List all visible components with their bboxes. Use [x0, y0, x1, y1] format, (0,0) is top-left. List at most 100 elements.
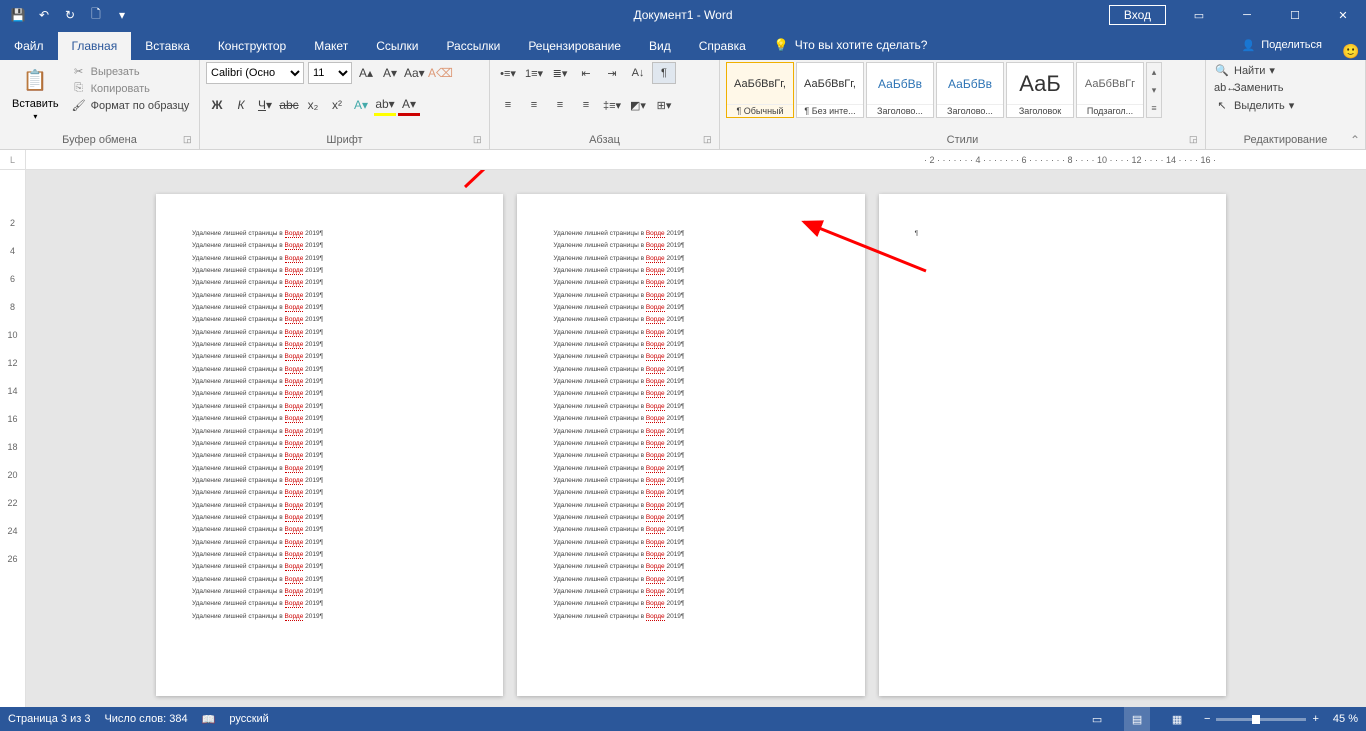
document-line: Удаление лишней страницы в Ворде 2019¶: [553, 364, 828, 376]
replace-button[interactable]: ab↔Заменить: [1212, 80, 1285, 96]
word-count[interactable]: Число слов: 384: [104, 713, 187, 725]
line-spacing-button[interactable]: ‡≡▾: [600, 94, 624, 116]
language-indicator[interactable]: русский: [229, 713, 268, 725]
feedback-icon[interactable]: 🙂: [1336, 43, 1366, 60]
ribbon-display-icon[interactable]: ▭: [1176, 0, 1222, 30]
styles-launcher-icon[interactable]: ◲: [1189, 134, 1203, 148]
change-case-button[interactable]: Aa▾: [404, 62, 424, 84]
tab-insert[interactable]: Вставка: [131, 32, 204, 60]
tab-help[interactable]: Справка: [685, 32, 760, 60]
style-item[interactable]: АаБЗаголовок: [1006, 62, 1074, 118]
customize-qat-icon[interactable]: ▾: [110, 3, 134, 27]
tell-me-search[interactable]: 💡Что вы хотите сделать?: [760, 30, 942, 60]
tab-layout[interactable]: Макет: [300, 32, 362, 60]
web-layout-icon[interactable]: ▦: [1164, 707, 1190, 731]
font-color-button[interactable]: A▾: [398, 94, 420, 116]
underline-button[interactable]: Ч▾: [254, 94, 276, 116]
tab-references[interactable]: Ссылки: [362, 32, 432, 60]
document-line: Удаление лишней страницы в Ворде 2019¶: [192, 364, 467, 376]
new-doc-icon[interactable]: 🗋: [84, 3, 108, 27]
vertical-ruler[interactable]: 2468101214161820222426: [0, 170, 26, 707]
tab-mailings[interactable]: Рассылки: [432, 32, 514, 60]
page-1[interactable]: Удаление лишней страницы в Ворде 2019¶Уд…: [156, 194, 503, 696]
horizontal-ruler[interactable]: · 2 · · · · · · · 4 · · · · · · · 6 · · …: [26, 150, 1366, 169]
italic-button[interactable]: К: [230, 94, 252, 116]
zoom-out-button[interactable]: −: [1204, 713, 1210, 725]
find-button[interactable]: 🔍Найти ▾: [1212, 62, 1277, 79]
style-item[interactable]: АаБбВвЗаголово...: [866, 62, 934, 118]
style-item[interactable]: АаБбВвГг,¶ Обычный: [726, 62, 794, 118]
multilevel-button[interactable]: ≣▾: [548, 62, 572, 84]
copy-icon: ⎘: [71, 82, 87, 95]
align-center-button[interactable]: ≡: [522, 94, 546, 116]
zoom-in-button[interactable]: +: [1312, 713, 1318, 725]
tab-view[interactable]: Вид: [635, 32, 685, 60]
document-line: Удаление лишней страницы в Ворде 2019¶: [553, 463, 828, 475]
highlight-button[interactable]: ab▾: [374, 94, 396, 116]
bullets-button[interactable]: •≡▾: [496, 62, 520, 84]
clear-format-button[interactable]: A⌫: [428, 62, 448, 84]
read-mode-icon[interactable]: ▭: [1084, 707, 1110, 731]
grow-font-button[interactable]: A▴: [356, 62, 376, 84]
save-icon[interactable]: 💾: [6, 3, 30, 27]
maximize-button[interactable]: ☐: [1272, 0, 1318, 30]
shading-button[interactable]: ◩▾: [626, 94, 650, 116]
sort-button[interactable]: A↓: [626, 62, 650, 84]
superscript-button[interactable]: x²: [326, 94, 348, 116]
share-button[interactable]: 👤Поделиться: [1228, 30, 1336, 60]
subscript-button[interactable]: x₂: [302, 94, 324, 116]
paste-button[interactable]: 📋 Вставить ▾: [6, 62, 65, 123]
zoom-slider[interactable]: [1216, 718, 1306, 721]
show-marks-button[interactable]: ¶: [652, 62, 676, 84]
collapse-ribbon-icon[interactable]: ⌃: [1350, 133, 1360, 147]
document-line: Удаление лишней страницы в Ворде 2019¶: [553, 314, 828, 326]
document-line: Удаление лишней страницы в Ворде 2019¶: [192, 586, 467, 598]
page-indicator[interactable]: Страница 3 из 3: [8, 713, 90, 725]
tab-design[interactable]: Конструктор: [204, 32, 300, 60]
cut-button[interactable]: ✂Вырезать: [69, 64, 192, 79]
strike-button[interactable]: abc: [278, 94, 300, 116]
shrink-font-button[interactable]: A▾: [380, 62, 400, 84]
spellcheck-icon[interactable]: 📖: [202, 713, 216, 726]
copy-button[interactable]: ⎘Копировать: [69, 81, 192, 96]
signin-button[interactable]: Вход: [1109, 5, 1166, 25]
bold-button[interactable]: Ж: [206, 94, 228, 116]
font-launcher-icon[interactable]: ◲: [473, 134, 487, 148]
borders-button[interactable]: ⊞▾: [652, 94, 676, 116]
redo-icon[interactable]: ↻: [58, 3, 82, 27]
numbering-button[interactable]: 1≡▾: [522, 62, 546, 84]
document-line: Удаление лишней страницы в Ворде 2019¶: [192, 401, 467, 413]
paragraph-launcher-icon[interactable]: ◲: [703, 134, 717, 148]
increase-indent-button[interactable]: ⇥: [600, 62, 624, 84]
print-layout-icon[interactable]: ▤: [1124, 707, 1150, 731]
style-item[interactable]: АаБбВвГгПодзагол...: [1076, 62, 1144, 118]
select-button[interactable]: ↖Выделить ▾: [1212, 97, 1296, 114]
document-line: Удаление лишней страницы в Ворде 2019¶: [192, 277, 467, 289]
minimize-button[interactable]: ─: [1224, 0, 1270, 30]
document-line: Удаление лишней страницы в Ворде 2019¶: [192, 500, 467, 512]
decrease-indent-button[interactable]: ⇤: [574, 62, 598, 84]
style-item[interactable]: АаБбВвГг,¶ Без инте...: [796, 62, 864, 118]
tab-home[interactable]: Главная: [58, 32, 132, 60]
document-line: Удаление лишней страницы в Ворде 2019¶: [192, 598, 467, 610]
page-3[interactable]: ¶: [879, 194, 1226, 696]
styles-more-button[interactable]: ▴▾≡: [1146, 62, 1162, 118]
align-right-button[interactable]: ≡: [548, 94, 572, 116]
justify-button[interactable]: ≡: [574, 94, 598, 116]
close-button[interactable]: ✕: [1320, 0, 1366, 30]
zoom-value[interactable]: 45 %: [1333, 713, 1358, 725]
document-line: Удаление лишней страницы в Ворде 2019¶: [192, 487, 467, 499]
undo-icon[interactable]: ↶: [32, 3, 56, 27]
tab-review[interactable]: Рецензирование: [514, 32, 635, 60]
style-item[interactable]: АаБбВвЗаголово...: [936, 62, 1004, 118]
clipboard-launcher-icon[interactable]: ◲: [183, 134, 197, 148]
tab-file[interactable]: Файл: [0, 32, 58, 60]
font-size-select[interactable]: 11: [308, 62, 352, 84]
group-clipboard: 📋 Вставить ▾ ✂Вырезать ⎘Копировать 🖌Форм…: [0, 60, 200, 149]
document-line: Удаление лишней страницы в Ворде 2019¶: [553, 500, 828, 512]
text-effects-button[interactable]: A▾: [350, 94, 372, 116]
align-left-button[interactable]: ≡: [496, 94, 520, 116]
font-name-select[interactable]: Calibri (Осно: [206, 62, 304, 84]
page-2[interactable]: Удаление лишней страницы в Ворде 2019¶ Уд…: [517, 194, 864, 696]
format-painter-button[interactable]: 🖌Формат по образцу: [69, 98, 192, 113]
